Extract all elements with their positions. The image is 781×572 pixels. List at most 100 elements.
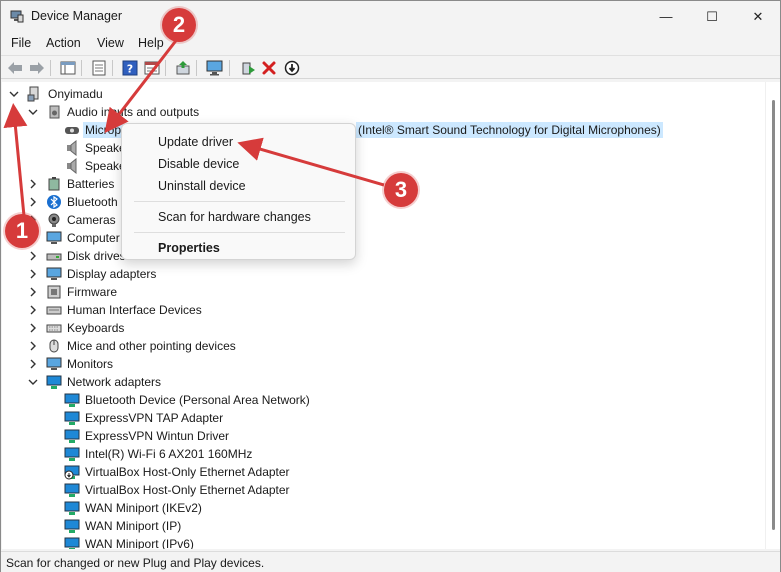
toolbar-separator — [112, 60, 113, 76]
network-adapter-icon — [64, 500, 80, 516]
title-bar: Device Manager — ☐ ✕ — [1, 1, 780, 32]
tree-category-mice[interactable]: Mice and other pointing devices — [27, 337, 238, 355]
tree-category-audio[interactable]: Audio inputs and outputs — [27, 103, 201, 121]
maximize-button[interactable]: ☐ — [689, 1, 735, 32]
tree-category-network[interactable]: Network adapters — [27, 373, 163, 391]
tree-device-speakers[interactable]: Speake — [64, 139, 128, 157]
chevron-down-icon[interactable] — [27, 376, 39, 388]
tree-category-label: Display adapters — [67, 267, 157, 281]
toolbar-separator — [81, 60, 82, 76]
network-adapter-icon — [64, 518, 80, 534]
tree-device-network[interactable]: Bluetooth Device (Personal Area Network) — [64, 391, 312, 409]
tree-device-network[interactable]: VirtualBox Host-Only Ethernet Adapter — [64, 463, 292, 481]
back-arrow-icon[interactable] — [6, 59, 24, 77]
toolbar: ? — [1, 55, 780, 79]
help-icon[interactable]: ? — [121, 59, 139, 77]
display-adapter-icon — [46, 266, 62, 282]
chevron-right-icon[interactable] — [27, 358, 39, 370]
firmware-icon — [46, 284, 62, 300]
chevron-down-icon[interactable] — [27, 106, 39, 118]
tree-category-firmware[interactable]: Firmware — [27, 283, 119, 301]
tree-device-network[interactable]: WAN Miniport (IKEv2) — [64, 499, 204, 517]
chevron-right-icon[interactable] — [27, 178, 39, 190]
tree-device-network[interactable]: WAN Miniport (IP) — [64, 517, 183, 535]
tree-category-computer[interactable]: Computer — [27, 229, 122, 247]
camera-icon — [46, 212, 62, 228]
chevron-right-icon[interactable] — [27, 304, 39, 316]
tree-category-hid[interactable]: Human Interface Devices — [27, 301, 204, 319]
menu-file[interactable]: File — [11, 36, 31, 50]
tree-device-label: ExpressVPN TAP Adapter — [85, 411, 224, 425]
uninstall-icon[interactable] — [260, 59, 278, 77]
tree-category-label: Disk drives — [67, 249, 126, 263]
tree-device-network[interactable]: WAN Miniport (IPv6) — [64, 535, 196, 549]
tree-category-label: Keyboards — [67, 321, 125, 335]
close-button[interactable]: ✕ — [735, 1, 781, 32]
tree-device-network[interactable]: ExpressVPN Wintun Driver — [64, 427, 231, 445]
scrollbar-thumb[interactable] — [772, 100, 775, 530]
tree-category-bluetooth[interactable]: Bluetooth — [27, 193, 120, 211]
tree-device-label: Intel(R) Wi-Fi 6 AX201 160MHz — [85, 447, 253, 461]
tree-category-label: Network adapters — [67, 375, 162, 389]
chevron-right-icon[interactable] — [27, 286, 39, 298]
status-bar: Scan for changed or new Plug and Play de… — [1, 551, 780, 572]
toolbar-separator — [229, 60, 230, 76]
hid-icon — [46, 302, 62, 318]
chevron-right-icon[interactable] — [27, 196, 39, 208]
context-separator — [134, 201, 345, 202]
computer-icon — [27, 86, 43, 102]
vertical-scrollbar[interactable] — [765, 82, 780, 549]
tree-device-label: Bluetooth Device (Personal Area Network) — [85, 393, 310, 407]
menu-view[interactable]: View — [97, 36, 124, 50]
tree-category-disk-drives[interactable]: Disk drives — [27, 247, 128, 265]
device-tree: Onyimadu Audio inputs and outputs Microp… — [2, 82, 765, 549]
tree-device-microphone-tail[interactable]: (Intel® Smart Sound Technology for Digit… — [356, 121, 663, 139]
context-uninstall-device[interactable]: Uninstall device — [158, 179, 246, 193]
context-disable-device[interactable]: Disable device — [158, 157, 239, 171]
tree-category-keyboards[interactable]: Keyboards — [27, 319, 126, 337]
scan-hardware-icon[interactable] — [206, 59, 224, 77]
enable-device-icon[interactable] — [239, 59, 257, 77]
show-hide-console-tree-icon[interactable] — [59, 59, 77, 77]
view-pane-icon[interactable] — [143, 59, 161, 77]
toolbar-separator — [165, 60, 166, 76]
forward-arrow-icon[interactable] — [28, 59, 46, 77]
context-update-driver[interactable]: Update driver — [158, 135, 233, 149]
menu-help[interactable]: Help — [138, 36, 164, 50]
network-adapter-disabled-icon — [64, 464, 80, 480]
context-scan-hardware[interactable]: Scan for hardware changes — [158, 210, 311, 224]
chevron-down-icon[interactable] — [8, 88, 20, 100]
device-manager-app-icon — [10, 9, 24, 23]
disable-icon[interactable] — [283, 59, 301, 77]
chevron-right-icon[interactable] — [27, 268, 39, 280]
update-driver-icon[interactable] — [174, 59, 192, 77]
tree-device-speakers[interactable]: Speake — [64, 157, 128, 175]
tree-category-label: Computer — [67, 231, 120, 245]
tree-category-cameras[interactable]: Cameras — [27, 211, 118, 229]
chevron-right-icon[interactable] — [27, 340, 39, 352]
tree-device-network[interactable]: ExpressVPN TAP Adapter — [64, 409, 225, 427]
tree-device-microphone[interactable]: Microp — [64, 121, 124, 139]
tree-category-batteries[interactable]: Batteries — [27, 175, 116, 193]
tree-device-network[interactable]: Intel(R) Wi-Fi 6 AX201 160MHz — [64, 445, 254, 463]
window-title: Device Manager — [31, 9, 123, 23]
tree-device-label: VirtualBox Host-Only Ethernet Adapter — [85, 483, 290, 497]
tree-category-label: Audio inputs and outputs — [67, 105, 200, 119]
tree-device-label: WAN Miniport (IPv6) — [85, 537, 194, 549]
chevron-right-icon[interactable] — [27, 322, 39, 334]
tree-root[interactable]: Onyimadu — [8, 85, 105, 103]
speaker-icon — [64, 139, 80, 157]
tree-device-network[interactable]: VirtualBox Host-Only Ethernet Adapter — [64, 481, 292, 499]
chevron-right-icon[interactable] — [27, 250, 39, 262]
network-adapter-icon — [46, 374, 62, 390]
properties-icon[interactable] — [90, 59, 108, 77]
monitor-icon — [46, 230, 62, 246]
menu-action[interactable]: Action — [46, 36, 81, 50]
network-adapter-icon — [64, 446, 80, 462]
tree-category-display-adapters[interactable]: Display adapters — [27, 265, 158, 283]
minimize-button[interactable]: — — [643, 1, 689, 32]
battery-icon — [46, 176, 62, 192]
context-properties[interactable]: Properties — [158, 241, 220, 255]
context-menu: Update driver Disable device Uninstall d… — [121, 123, 356, 260]
tree-category-monitors[interactable]: Monitors — [27, 355, 115, 373]
